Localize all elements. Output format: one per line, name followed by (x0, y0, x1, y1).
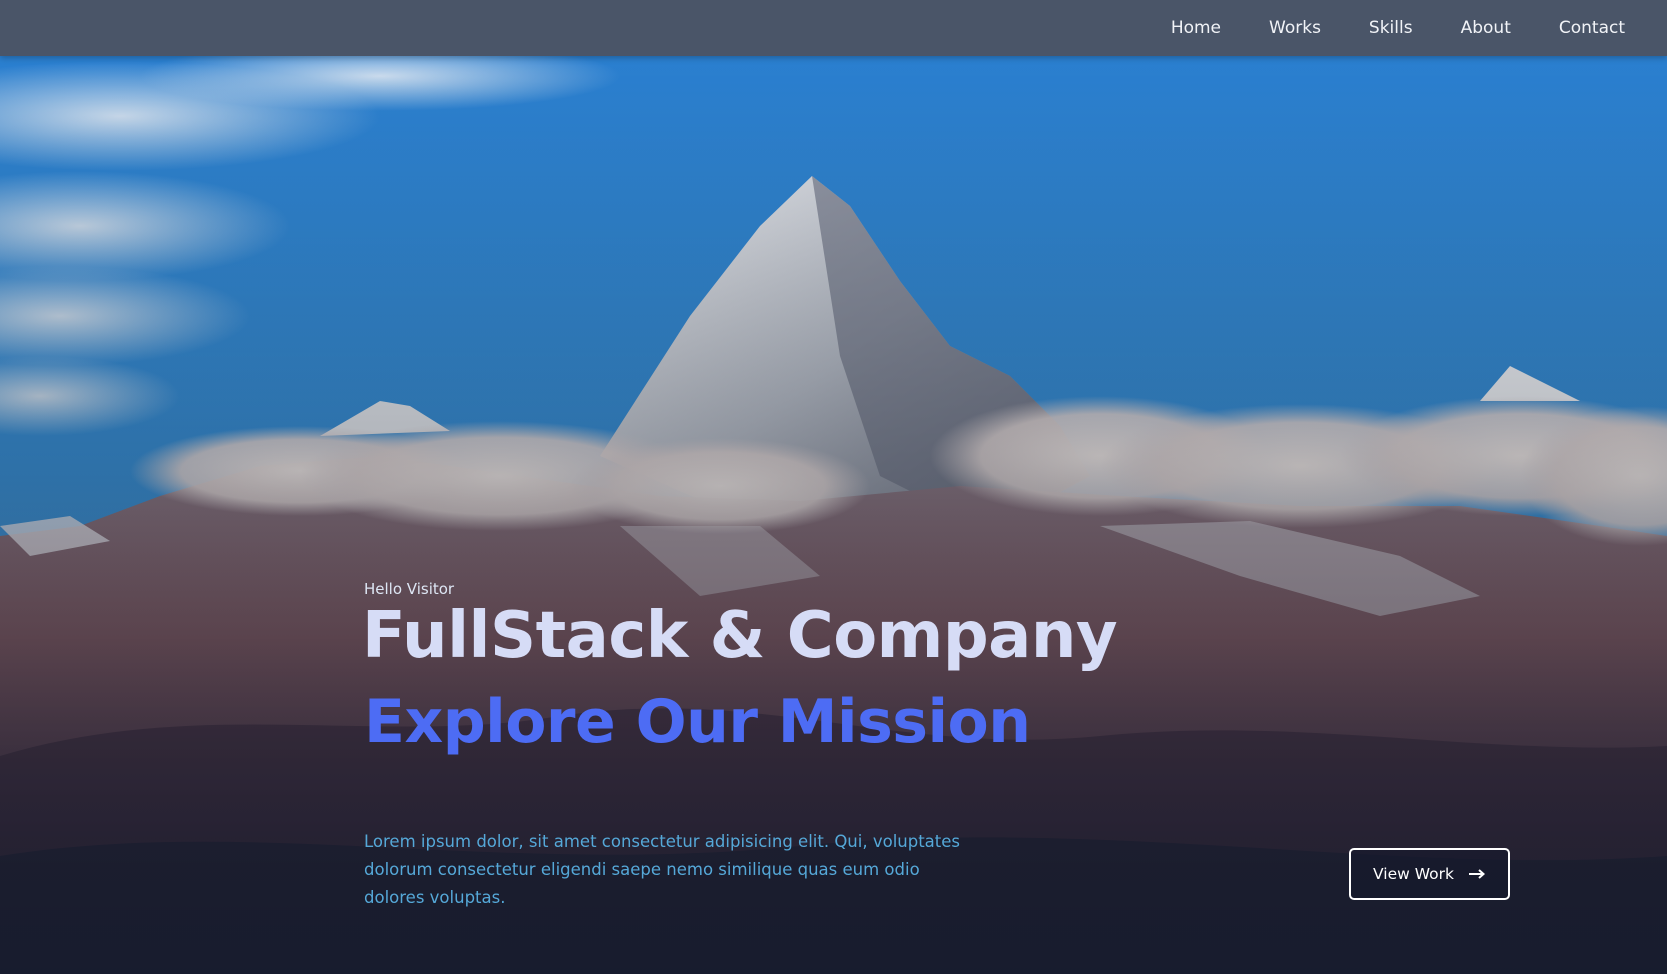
view-work-button[interactable]: View Work (1349, 848, 1510, 900)
nav-links: Home Works Skills About Contact (1171, 0, 1625, 56)
hero-description: Lorem ipsum dolor, sit amet consectetur … (364, 832, 961, 907)
nav-link-skills[interactable]: Skills (1369, 18, 1413, 38)
hero-subtitle: Explore Our Mission (364, 687, 1031, 757)
arrow-right-icon (1468, 868, 1486, 880)
nav-link-home[interactable]: Home (1171, 18, 1221, 38)
view-work-label: View Work (1373, 865, 1454, 883)
hero-greeting: Hello Visitor (364, 580, 455, 598)
top-navbar: Home Works Skills About Contact (0, 0, 1667, 56)
nav-link-works[interactable]: Works (1269, 18, 1321, 38)
nav-link-about[interactable]: About (1461, 18, 1511, 38)
page: Home Works Skills About Contact Hello Vi… (0, 0, 1667, 974)
nav-link-contact[interactable]: Contact (1559, 18, 1625, 38)
hero-title: FullStack & Company (362, 599, 1118, 673)
